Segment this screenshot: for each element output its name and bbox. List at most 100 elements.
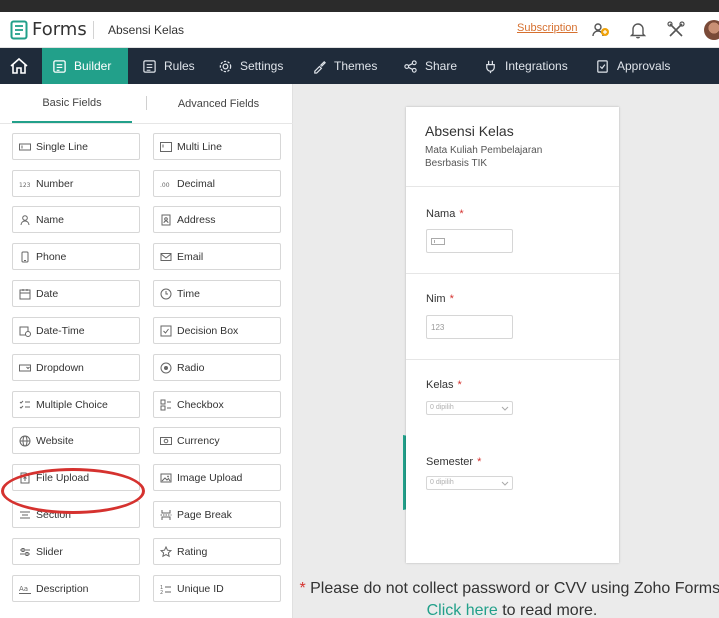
field-name[interactable]: Name: [12, 206, 140, 233]
field-slider[interactable]: Slider: [12, 538, 140, 565]
tab-share[interactable]: Share: [393, 48, 467, 84]
approvals-icon: [597, 59, 608, 73]
single-line-icon: [431, 237, 445, 245]
annotation-circle: [1, 468, 145, 514]
top-strip: [0, 0, 719, 12]
label-text: Nama: [426, 208, 456, 220]
field-phone[interactable]: Phone: [12, 243, 140, 270]
field-single-line[interactable]: Single Line: [12, 133, 140, 160]
form-description[interactable]: Mata Kuliah Pembelajaran Besrbasis TIK: [425, 144, 575, 170]
users-sync-icon[interactable]: [591, 20, 611, 40]
field-semester-select[interactable]: 0 dipilih: [426, 476, 513, 490]
header-divider: [93, 21, 94, 39]
image-icon: [160, 473, 172, 482]
field-multiple-choice[interactable]: Multiple Choice: [12, 391, 140, 418]
field-checkbox[interactable]: Checkbox: [153, 391, 281, 418]
tab-rules[interactable]: Rules: [132, 48, 205, 84]
field-rating[interactable]: Rating: [153, 538, 281, 565]
checklist-icon: [19, 400, 30, 409]
tab-settings[interactable]: Settings: [208, 48, 293, 84]
field-number[interactable]: 123 Number: [12, 170, 140, 197]
tab-themes[interactable]: Themes: [302, 48, 387, 84]
field-label: Name: [36, 213, 65, 226]
header-separator: [406, 186, 619, 187]
tab-advanced-fields[interactable]: Advanced Fields: [150, 84, 287, 123]
unique-id-icon: 12: [160, 585, 171, 595]
paint-brush-icon: [314, 60, 326, 74]
field-image-upload[interactable]: Image Upload: [153, 464, 281, 491]
home-icon[interactable]: [0, 48, 38, 84]
tab-builder[interactable]: Builder: [42, 48, 128, 84]
field-description[interactable]: Aa Description: [12, 575, 140, 602]
tab-divider: [146, 96, 147, 110]
field-label: Multi Line: [177, 140, 222, 153]
field-label: Date-Time: [36, 324, 85, 337]
chevron-down-icon: [501, 481, 509, 486]
calendar-icon: [19, 288, 31, 299]
field-address[interactable]: Address: [153, 206, 281, 233]
security-notice: * Please do not collect password or CVV …: [297, 578, 719, 618]
field-label: Dropdown: [36, 361, 84, 374]
field-semester-label[interactable]: Semester *: [426, 456, 481, 468]
field-unique-id[interactable]: 12 Unique ID: [153, 575, 281, 602]
field-page-break[interactable]: Page Break: [153, 501, 281, 528]
label-text: Semester: [426, 456, 474, 468]
field-radio[interactable]: Radio: [153, 354, 281, 381]
field-dropdown[interactable]: Dropdown: [12, 354, 140, 381]
select-text: 0 dipilih: [430, 404, 454, 411]
field-nim-input[interactable]: 123: [426, 315, 513, 339]
person-icon: [20, 214, 30, 225]
field-date[interactable]: Date: [12, 280, 140, 307]
tab-builder-label: Builder: [74, 59, 112, 73]
field-decision-box[interactable]: Decision Box: [153, 317, 281, 344]
form-name[interactable]: Absensi Kelas: [108, 23, 184, 37]
tools-icon[interactable]: [666, 20, 686, 40]
field-date-time[interactable]: Date-Time: [12, 317, 140, 344]
radio-icon: [160, 362, 172, 373]
field-currency[interactable]: Currency: [153, 427, 281, 454]
share-icon: [404, 59, 417, 73]
field-decimal[interactable]: .00 Decimal: [153, 170, 281, 197]
tab-themes-label: Themes: [334, 59, 378, 73]
bell-icon[interactable]: [628, 20, 648, 40]
currency-icon: [160, 436, 172, 445]
forms-logo-icon: [10, 20, 28, 40]
field-time[interactable]: Time: [153, 280, 281, 307]
field-separator: [406, 273, 619, 274]
single-line-icon: [19, 143, 31, 150]
tab-approvals-label: Approvals: [617, 59, 671, 73]
svg-text:123: 123: [19, 182, 31, 189]
field-label: Slider: [36, 545, 63, 558]
address-book-icon: [161, 214, 171, 225]
field-nim-label[interactable]: Nim *: [426, 293, 454, 305]
field-nama-label[interactable]: Nama *: [426, 208, 464, 220]
field-website[interactable]: Website: [12, 427, 140, 454]
subscription-link[interactable]: Subscription: [517, 22, 578, 34]
tab-basic-fields[interactable]: Basic Fields: [12, 84, 132, 123]
field-label: Decision Box: [177, 324, 239, 337]
form-title[interactable]: Absensi Kelas: [425, 123, 514, 139]
star-icon: [160, 545, 172, 557]
field-kelas-label[interactable]: Kelas *: [426, 379, 462, 391]
field-kelas-select[interactable]: 0 dipilih: [426, 401, 513, 415]
tab-integrations[interactable]: Integrations: [473, 48, 578, 84]
click-here-link[interactable]: Click here: [427, 602, 498, 618]
multi-line-icon: [160, 141, 172, 152]
tab-settings-label: Settings: [240, 59, 284, 73]
user-avatar[interactable]: [704, 20, 719, 40]
field-nama-input[interactable]: [426, 229, 513, 253]
form-canvas: Absensi Kelas Mata Kuliah Pembelajaran B…: [406, 107, 619, 563]
builder-navbar: Builder Rules Settings Themes Share Inte…: [0, 48, 719, 84]
clock-icon: [160, 288, 172, 299]
field-label: Address: [177, 213, 216, 226]
page-break-icon: [160, 509, 172, 520]
app-header: Forms Absensi Kelas Subscription: [0, 12, 719, 48]
checkbox-checked-icon: [160, 325, 172, 336]
field-label: Email: [177, 250, 204, 263]
field-multi-line[interactable]: Multi Line: [153, 133, 281, 160]
field-email[interactable]: Email: [153, 243, 281, 270]
chevron-down-icon: [501, 406, 509, 411]
required-marker: *: [457, 379, 462, 391]
tab-approvals[interactable]: Approvals: [585, 48, 680, 84]
field-label: Unique ID: [177, 582, 224, 595]
